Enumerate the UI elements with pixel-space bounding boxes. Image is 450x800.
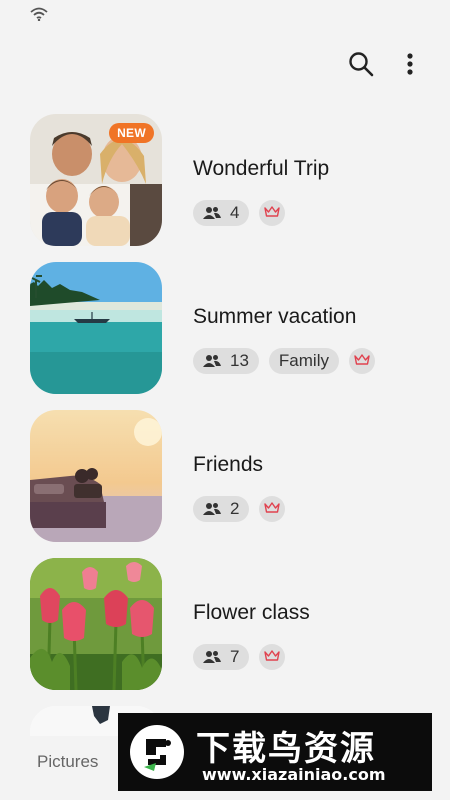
crown-icon (264, 203, 281, 223)
crown-icon (354, 351, 370, 371)
wifi-icon (30, 7, 48, 26)
album-thumbnail[interactable] (30, 558, 162, 690)
more-options-button[interactable] (394, 50, 426, 82)
album-title: Friends (193, 453, 264, 476)
tag-chip[interactable]: Family (268, 348, 339, 374)
status-bar (0, 0, 450, 30)
owner-chip[interactable] (259, 644, 286, 670)
people-icon (203, 206, 221, 220)
members-count: 7 (230, 647, 240, 666)
album-thumbnail[interactable] (30, 262, 162, 394)
crown-icon (264, 499, 281, 519)
watermark-banner: 下载鸟资源 www.xiazainiao.com (118, 713, 432, 791)
album-row[interactable]: NEW Wonderful Trip 4 (0, 114, 450, 246)
album-title: Flower class (193, 601, 310, 624)
search-button[interactable] (345, 50, 377, 82)
watermark-url: www.xiazainiao.com (202, 765, 386, 784)
people-icon (203, 354, 221, 368)
album-title: Summer vacation (193, 305, 357, 328)
watermark-title: 下载鸟资源 (196, 729, 376, 769)
owner-chip[interactable] (259, 496, 286, 522)
album-chips: 13 Family (193, 348, 375, 374)
more-vertical-icon (406, 52, 414, 81)
members-chip[interactable]: 13 (193, 348, 259, 374)
album-row[interactable]: Flower class 7 (0, 558, 450, 690)
album-thumbnail[interactable]: NEW (30, 114, 162, 246)
tag-label: Family (278, 351, 329, 370)
members-chip[interactable]: 7 (193, 644, 250, 670)
members-chip[interactable]: 2 (193, 496, 250, 522)
bird-logo-icon (130, 725, 184, 779)
album-chips: 2 (193, 496, 286, 522)
new-badge: NEW (109, 123, 154, 143)
album-row[interactable]: Friends 2 (0, 410, 450, 542)
album-title: Wonderful Trip (193, 157, 330, 180)
album-chips: 4 (193, 200, 286, 226)
members-count: 13 (230, 351, 249, 370)
people-icon (203, 502, 221, 516)
album-chips: 7 (193, 644, 286, 670)
members-count: 2 (230, 499, 240, 518)
members-count: 4 (230, 203, 240, 222)
crown-icon (264, 647, 281, 667)
album-thumbnail[interactable] (30, 410, 162, 542)
album-row[interactable]: Summer vacation 13 Family (0, 262, 450, 394)
action-bar (0, 40, 450, 92)
members-chip[interactable]: 4 (193, 200, 250, 226)
people-icon (203, 650, 221, 664)
tab-pictures[interactable]: Pictures (37, 752, 98, 772)
search-icon (348, 51, 374, 82)
owner-chip[interactable] (259, 200, 286, 226)
owner-chip[interactable] (348, 348, 375, 374)
